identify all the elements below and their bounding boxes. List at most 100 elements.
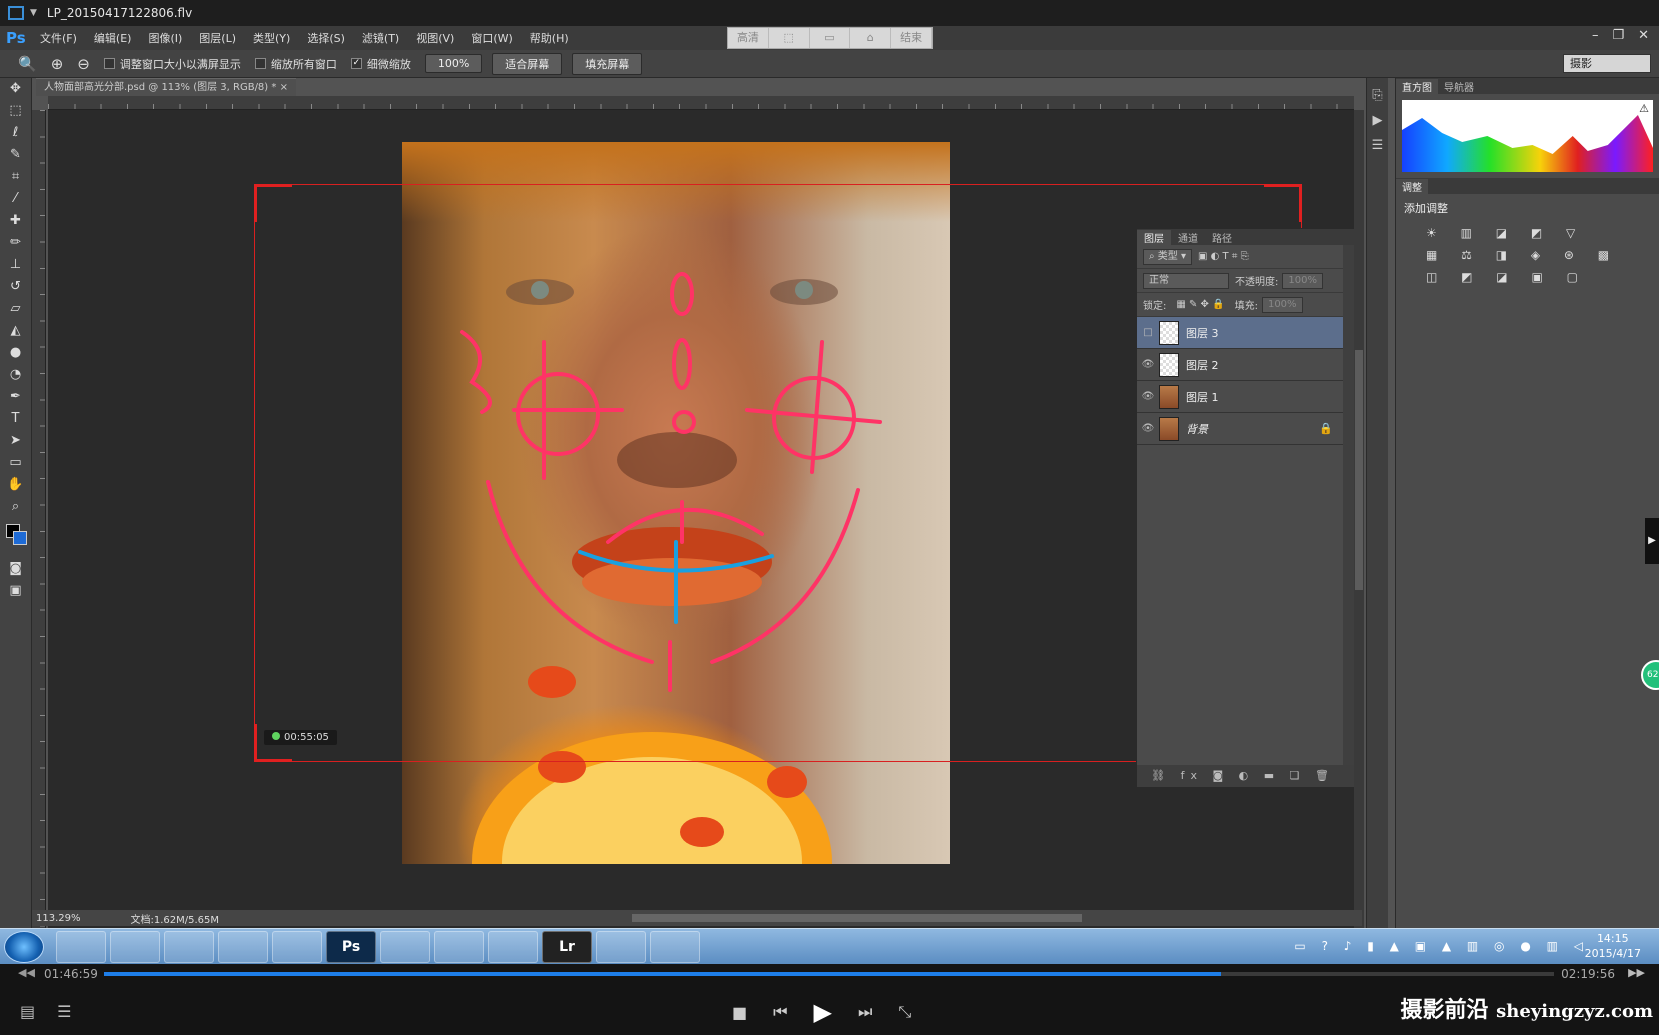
menu-caret-icon[interactable]: ▼ <box>30 8 37 18</box>
video-app-icon[interactable] <box>218 931 268 963</box>
path-select-icon[interactable]: ➤ <box>0 430 31 452</box>
fit-screen-button[interactable]: 适合屏幕 <box>492 52 563 75</box>
zoom-100-button[interactable]: 100% <box>424 54 483 73</box>
eye-icon[interactable]: 👁 <box>1137 359 1159 370</box>
menu-type[interactable]: 类型(Y) <box>253 30 290 46</box>
dodge-tool-icon[interactable]: ◔ <box>0 364 31 386</box>
scrubby-zoom-checkbox[interactable]: ✓ 细微缩放 <box>350 56 411 72</box>
hand-tool-icon[interactable]: ✋ <box>0 474 31 496</box>
rewind-icon[interactable]: ◀◀ <box>18 966 35 979</box>
next-icon[interactable]: ⏭ <box>858 1002 872 1022</box>
quick-mask-icon[interactable]: ◙ <box>0 558 31 580</box>
eyedropper-icon[interactable]: ⁄ <box>0 188 31 210</box>
zoom-tool-icon[interactable]: ⌕ <box>0 496 31 518</box>
color-swatches[interactable] <box>0 518 31 558</box>
menu-help[interactable]: 帮助(H) <box>530 30 569 46</box>
layer-row[interactable]: 👁 图层 1 <box>1137 381 1343 413</box>
playlist-icon[interactable]: ▤ <box>20 1002 35 1021</box>
eye-icon[interactable]: 👁 <box>1137 391 1159 402</box>
menu-view[interactable]: 视图(V) <box>416 30 454 46</box>
minimize-icon[interactable]: – <box>1592 28 1599 43</box>
paint-bucket-icon[interactable]: ◭ <box>0 320 31 342</box>
tab-channels[interactable]: 通道 <box>1171 230 1205 245</box>
menu-image[interactable]: 图像(I) <box>148 30 182 46</box>
lock-icons[interactable]: ▦ ✎ ✥ 🔒 <box>1176 299 1224 310</box>
fullscreen-icon[interactable]: ⤡ <box>898 1002 911 1022</box>
fill-input[interactable]: 100% <box>1261 296 1303 313</box>
tab-navigator[interactable]: 导航器 <box>1438 79 1480 94</box>
zoom-all-checkbox[interactable]: 缩放所有窗口 <box>254 56 337 72</box>
shape-tool-icon[interactable]: ▭ <box>0 452 31 474</box>
taskbar-clock[interactable]: 14:15 2015/4/17 <box>1585 931 1641 961</box>
blend-mode-select[interactable]: 正常 <box>1143 272 1229 289</box>
settings-icon[interactable]: ☰ <box>57 1002 71 1021</box>
zoom-tool-icon[interactable]: 🔍 <box>18 55 37 73</box>
lasso-tool-icon[interactable]: ℓ <box>0 122 31 144</box>
recorder-icon[interactable] <box>650 931 700 963</box>
start-button[interactable] <box>4 931 44 963</box>
blur-tool-icon[interactable]: ● <box>0 342 31 364</box>
previous-icon[interactable]: ⏮ <box>773 1002 787 1022</box>
zoom-out-icon[interactable]: ⊖ <box>77 55 90 73</box>
actions-panel-icon[interactable]: ▶ <box>1367 113 1388 128</box>
stop-icon[interactable]: ■ <box>732 1003 747 1022</box>
type-tool-icon[interactable]: T <box>0 408 31 430</box>
fast-forward-icon[interactable]: ▶▶ <box>1628 966 1645 979</box>
warning-icon[interactable]: ⚠ <box>1639 102 1649 115</box>
menu-edit[interactable]: 编辑(E) <box>94 30 132 46</box>
fit-window-checkbox[interactable]: 调整窗口大小以满屏显示 <box>103 56 241 72</box>
stamp-tool-icon[interactable]: ⊥ <box>0 254 31 276</box>
canvas-horizontal-scrollbar[interactable] <box>632 914 1082 922</box>
game-icon[interactable] <box>164 931 214 963</box>
crop-tool-icon[interactable]: ⌗ <box>0 166 31 188</box>
adjustment-icons[interactable]: ☀ ▥ ◪ ◩ ▽ ▦ ⚖ ◨ ◈ ⊛ ▩ ◫ ◩ ◪ ▣ ▢ <box>1396 222 1659 288</box>
browser-icon[interactable] <box>272 931 322 963</box>
filter-icons[interactable]: ▣ ◐ T ⌗ ⎘ <box>1198 251 1249 262</box>
expand-panel-arrow-icon[interactable]: ▶ <box>1645 518 1659 564</box>
layer-row[interactable]: 👁 背景 🔒 <box>1137 413 1343 445</box>
system-tray-icons[interactable]: ▭ ? ♪ ▮ ▲ ▣ ▲ ▥ ◎ ● ▥ ◁ <box>1294 939 1589 953</box>
menu-file[interactable]: 文件(F) <box>40 30 77 46</box>
tab-adjustments[interactable]: 调整 <box>1396 178 1428 194</box>
eye-icon[interactable]: 👁 <box>1137 423 1159 434</box>
quick-select-icon[interactable]: ✎ <box>0 144 31 166</box>
layer-row[interactable]: 👁 图层 2 <box>1137 349 1343 381</box>
opacity-input[interactable]: 100% <box>1282 272 1323 289</box>
marquee-tool-icon[interactable]: ⬚ <box>0 100 31 122</box>
layers-footer-icons[interactable]: ⛓ fx ◙ ◐ ▬ ❏ 🗑 <box>1137 765 1355 787</box>
window-icon[interactable]: ▭ <box>810 28 851 48</box>
menu-layer[interactable]: 图层(L) <box>199 30 236 46</box>
zoom-in-icon[interactable]: ⊕ <box>51 55 64 73</box>
status-zoom[interactable]: 113.29% <box>36 913 81 924</box>
play-icon[interactable]: ▶ <box>814 998 832 1026</box>
tab-paths[interactable]: 路径 <box>1205 230 1239 245</box>
canvas-vertical-scrollbar[interactable] <box>1354 110 1364 938</box>
close-icon[interactable]: ✕ <box>1638 28 1649 43</box>
qq-icon[interactable] <box>110 931 160 963</box>
menu-select[interactable]: 选择(S) <box>307 30 345 46</box>
edge-icon[interactable] <box>380 931 430 963</box>
floating-badge[interactable]: 62 <box>1641 660 1659 690</box>
photoshop-taskbar-icon[interactable]: Ps <box>326 931 376 963</box>
lightroom-icon[interactable]: Lr <box>542 931 592 963</box>
screen-mode-icon[interactable]: ▣ <box>0 580 31 602</box>
menu-filter[interactable]: 滤镜(T) <box>362 30 399 46</box>
home-icon[interactable]: ⌂ <box>850 28 892 48</box>
tab-close-icon[interactable]: × <box>280 82 288 93</box>
seek-bar[interactable] <box>104 972 1554 976</box>
eraser-tool-icon[interactable]: ▱ <box>0 298 31 320</box>
properties-panel-icon[interactable]: ☰ <box>1367 138 1388 153</box>
restore-icon[interactable]: ❐ <box>1612 28 1624 43</box>
media-icon[interactable] <box>488 931 538 963</box>
history-panel-icon[interactable]: ⎘ <box>1367 88 1388 103</box>
explorer-icon[interactable] <box>56 931 106 963</box>
workspace-select[interactable]: 摄影 <box>1563 54 1651 73</box>
filter-kind-select[interactable]: ⌕ 类型 ▾ <box>1143 248 1192 265</box>
menu-window[interactable]: 窗口(W) <box>471 30 512 46</box>
end-button[interactable]: 结束 <box>891 28 932 48</box>
layer-row[interactable]: □ 图层 3 <box>1137 317 1343 349</box>
tab-layers[interactable]: 图层 <box>1137 229 1171 245</box>
healing-brush-icon[interactable]: ✚ <box>0 210 31 232</box>
tab-histogram[interactable]: 直方图 <box>1396 78 1438 94</box>
history-brush-icon[interactable]: ↺ <box>0 276 31 298</box>
